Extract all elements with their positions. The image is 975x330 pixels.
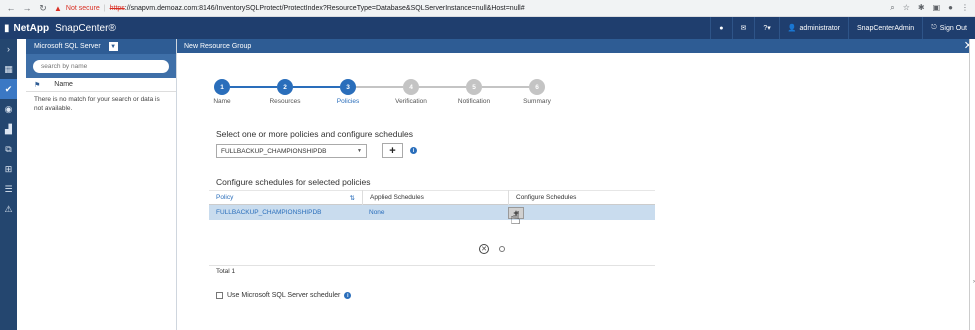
pagination: ✕	[479, 244, 505, 254]
table-header: Policy ⇅ Applied Schedules Configure Sch…	[209, 190, 655, 205]
warning-icon: ▲	[54, 3, 62, 13]
configure-schedules-title: Configure schedules for selected policie…	[216, 177, 371, 187]
extensions-icon[interactable]: ✱	[918, 3, 925, 13]
left-nav-rail: › ▦ ✔ ◉ ▟ ⧉ ⊞ ☰ ⚠	[0, 39, 17, 330]
sign-out-icon: ⎋	[931, 24, 937, 31]
wizard-connector	[482, 86, 529, 88]
sign-out-button[interactable]: ⎋ Sign Out	[922, 17, 975, 39]
page-title: New Resource Group	[184, 42, 252, 50]
wizard-step-name[interactable]: 1	[214, 79, 230, 95]
security-label: Not secure	[65, 4, 100, 12]
hand-cursor-icon: ☝	[510, 208, 521, 228]
brand-name: NetApp	[13, 22, 50, 34]
flag-icon[interactable]: ⚑	[34, 81, 40, 89]
wizard-step-summary[interactable]: 6	[529, 79, 545, 95]
wizard-step-label: Verification	[395, 98, 427, 105]
policy-dropdown-value: FULLBACKUP_CHAMPIONSHIPDB	[221, 147, 327, 155]
select-policies-title: Select one or more policies and configur…	[216, 129, 414, 139]
applied-column-header: Applied Schedules	[362, 190, 508, 205]
storage-icon[interactable]: ⊞	[0, 159, 17, 179]
wizard-step-verification[interactable]: 4	[403, 79, 419, 95]
hosts-icon[interactable]: ⧉	[0, 139, 17, 159]
name-column-header[interactable]: Name	[54, 81, 73, 88]
info-icon[interactable]: i	[344, 292, 352, 299]
configure-column-header: Configure Schedules	[508, 190, 655, 205]
divider	[209, 265, 655, 266]
help-icon[interactable]: ?▾	[754, 17, 778, 39]
sql-scheduler-checkbox[interactable]	[216, 292, 223, 299]
app-header: ▮ NetApp SnapCenter® ● ✉ ?▾ 👤 administra…	[0, 17, 975, 39]
wizard-steps: 1 Name 2 Resources 3 Policies 4 Verification 5 No…	[213, 79, 551, 109]
wizard-step-label: Policies	[336, 98, 360, 105]
wizard-step-label: Summary	[523, 98, 551, 105]
expand-icon[interactable]: ›	[0, 39, 17, 59]
resources-icon[interactable]: ✔	[0, 79, 17, 99]
address-bar[interactable]: ▲ Not secure | https://snapvm.demoaz.com…	[54, 4, 884, 13]
user-icon: 👤	[787, 25, 797, 32]
wizard-step-label: Name	[213, 98, 231, 105]
forward-icon[interactable]: →	[22, 3, 32, 13]
user-name: administrator	[799, 24, 840, 32]
table-row[interactable]: FULLBACKUP_CHAMPIONSHIPDB None +	[209, 205, 655, 220]
wizard-connector	[419, 86, 466, 88]
logo: ▮ NetApp SnapCenter®	[0, 23, 116, 34]
star-icon[interactable]: ☆	[903, 3, 910, 13]
url-text: https://snapvm.demoaz.com:8146/Inventory…	[109, 4, 525, 12]
applied-schedules-cell: None	[369, 209, 385, 216]
wizard-step-label: Resources	[269, 98, 301, 105]
menu-icon[interactable]: ⋮	[961, 3, 969, 13]
info-icon[interactable]: i	[410, 147, 417, 154]
empty-message: There is no match for your search or dat…	[34, 96, 160, 112]
browser-toolbar: ← → ↻ ▲ Not secure | https://snapvm.demo…	[0, 0, 975, 17]
sidebar-icon[interactable]: ▣	[933, 3, 941, 13]
alerts-icon[interactable]: ⚠	[0, 199, 17, 219]
chevron-down-icon: ▼	[357, 148, 362, 154]
plugin-dropdown-icon[interactable]: ▼	[108, 42, 118, 51]
wizard-step-notification[interactable]: 5	[466, 79, 482, 95]
policy-cell: FULLBACKUP_CHAMPIONSHIPDB	[216, 209, 322, 216]
user-menu[interactable]: 👤 administrator	[778, 17, 848, 39]
zoom-icon[interactable]: ⌕	[890, 3, 894, 13]
policy-dropdown[interactable]: FULLBACKUP_CHAMPIONSHIPDB ▼	[216, 144, 367, 158]
settings-icon[interactable]: ☰	[0, 179, 17, 199]
sign-out-label: Sign Out	[939, 24, 967, 32]
reports-icon[interactable]: ▟	[0, 119, 17, 139]
monitor-icon[interactable]: ◉	[0, 99, 17, 119]
sql-scheduler-label: Use Microsoft SQL Server scheduler	[227, 292, 341, 299]
wizard-connector	[230, 86, 277, 88]
search-input[interactable]	[33, 59, 169, 73]
wizard-step-policies[interactable]: 3	[340, 79, 356, 95]
wizard-step-label: Notification	[457, 98, 491, 105]
schedules-table: Policy ⇅ Applied Schedules Configure Sch…	[209, 190, 655, 220]
profile-icon[interactable]: ●	[948, 3, 953, 13]
policy-column-header[interactable]: Policy ⇅	[209, 190, 362, 205]
product-name: SnapCenter®	[55, 22, 116, 34]
wizard-step-resources[interactable]: 2	[277, 79, 293, 95]
sort-icon[interactable]: ⇅	[350, 194, 355, 202]
page-dot[interactable]	[499, 246, 505, 252]
reload-icon[interactable]: ↻	[38, 3, 48, 14]
add-policy-button[interactable]: +	[382, 143, 403, 158]
notifications-icon[interactable]: ●	[710, 17, 731, 39]
messages-icon[interactable]: ✉	[731, 17, 755, 39]
sql-scheduler-option[interactable]: Use Microsoft SQL Server scheduler i	[216, 292, 352, 299]
remove-icon[interactable]: ✕	[479, 244, 489, 254]
dashboard-icon[interactable]: ▦	[0, 59, 17, 79]
main-panel: New Resource Group ✕ 1 Name 2 Resources 3 Pol…	[177, 39, 975, 330]
plugin-name: Microsoft SQL Server	[34, 43, 101, 50]
netapp-logo-icon: ▮	[4, 22, 10, 34]
configure-schedules-cell: +	[508, 205, 655, 220]
scrollbar[interactable]: ›	[969, 39, 975, 330]
wizard-connector	[356, 86, 403, 88]
resource-panel: Microsoft SQL Server ▼ ⚑ Name There is n…	[26, 39, 177, 330]
wizard-connector	[293, 86, 340, 88]
role-label[interactable]: SnapCenterAdmin	[848, 17, 922, 39]
total-count: Total 1	[216, 268, 236, 275]
back-icon[interactable]: ←	[6, 3, 16, 13]
